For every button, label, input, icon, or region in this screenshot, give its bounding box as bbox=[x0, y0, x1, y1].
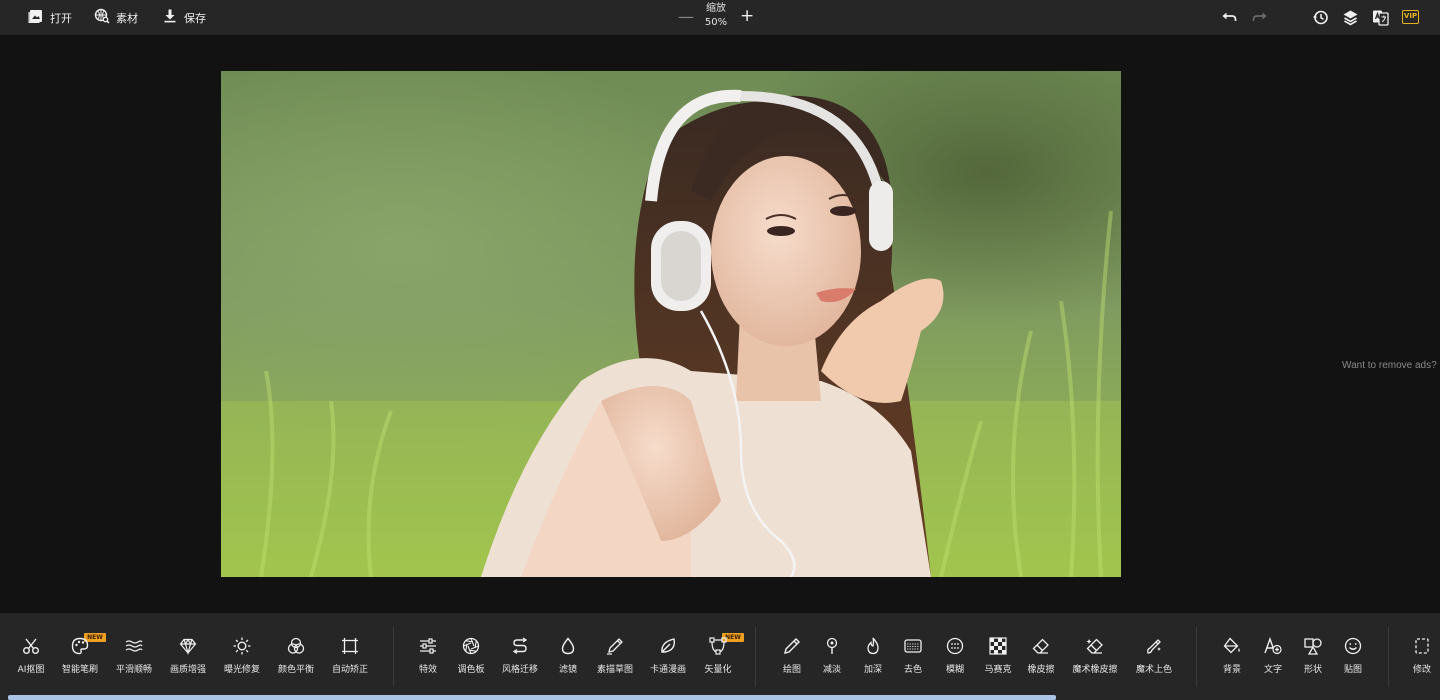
tool-label: 平滑顺畅 bbox=[115, 665, 152, 675]
palette-icon bbox=[71, 637, 89, 655]
tool-label: 自动矫正 bbox=[331, 665, 368, 675]
pen-icon bbox=[783, 637, 801, 655]
flame-icon bbox=[864, 637, 882, 655]
top-toolbar: 打开 素材 保存 — 缩放 50% + VIP bbox=[0, 0, 1440, 35]
tool-label: 矢量化 bbox=[704, 665, 732, 675]
tool-smooth[interactable]: 平滑顺畅 bbox=[104, 633, 164, 683]
aperture-icon bbox=[462, 637, 480, 655]
layers-icon[interactable] bbox=[1342, 9, 1359, 26]
tool-magic-eraser[interactable]: 魔术橡皮擦 bbox=[1065, 633, 1125, 683]
canvas-image[interactable] bbox=[221, 71, 1121, 577]
assets-label: 素材 bbox=[116, 11, 138, 25]
text-add-icon bbox=[1264, 636, 1282, 655]
tool-label: 橡皮擦 bbox=[1027, 665, 1055, 675]
tool-magic-colorize[interactable]: 魔术上色 bbox=[1124, 633, 1184, 683]
tool-label: 修改 bbox=[1412, 665, 1431, 675]
zoom-out-button[interactable]: — bbox=[678, 8, 694, 26]
history-icon[interactable] bbox=[1312, 9, 1329, 26]
scissors-icon bbox=[22, 637, 40, 655]
assets-button[interactable]: 素材 bbox=[94, 0, 138, 35]
waves-icon bbox=[125, 637, 143, 655]
undo-icon[interactable] bbox=[1221, 9, 1238, 26]
paint-bucket-icon bbox=[1223, 637, 1241, 655]
globe-search-icon bbox=[94, 8, 110, 27]
eraser-icon bbox=[1032, 637, 1050, 655]
zoom-value[interactable]: 50% bbox=[700, 16, 732, 30]
shapes-icon bbox=[1304, 637, 1322, 655]
tool-label: 画质增强 bbox=[169, 665, 206, 675]
tool-color-balance[interactable]: 颜色平衡 bbox=[266, 633, 326, 683]
tool-label: 曝光修复 bbox=[223, 665, 260, 675]
tool-label: 魔术橡皮擦 bbox=[1072, 665, 1118, 675]
redo-icon[interactable] bbox=[1251, 9, 1268, 26]
smiley-icon bbox=[1344, 637, 1362, 655]
drop-icon bbox=[559, 637, 577, 655]
zoom-control: — 缩放 50% + bbox=[678, 0, 758, 35]
tool-label: 颜色平衡 bbox=[277, 665, 314, 675]
pencil-sketch-icon bbox=[606, 637, 624, 655]
save-label: 保存 bbox=[184, 11, 206, 25]
tool-auto-correct[interactable]: 自动矫正 bbox=[320, 633, 380, 683]
toolbar-divider bbox=[755, 627, 756, 687]
save-button[interactable]: 保存 bbox=[162, 0, 206, 35]
resize-icon bbox=[1413, 637, 1431, 655]
tool-label: 贴图 bbox=[1343, 665, 1362, 675]
zoom-label: 缩放 bbox=[706, 3, 726, 14]
tool-label: 智能笔刷 bbox=[61, 665, 98, 675]
sliders-icon bbox=[419, 637, 437, 655]
tool-sketch[interactable]: 素描草图 bbox=[585, 633, 645, 683]
zoom-in-button[interactable]: + bbox=[740, 7, 754, 25]
tool-enhance[interactable]: 画质增强 bbox=[158, 633, 218, 683]
vip-badge[interactable]: VIP bbox=[1402, 10, 1419, 24]
horizontal-scrollbar[interactable] bbox=[8, 695, 1056, 700]
blur-icon bbox=[946, 637, 964, 655]
tool-modify[interactable]: 修改 bbox=[1392, 633, 1440, 683]
remove-ads-link[interactable]: Want to remove ads? bbox=[1342, 360, 1437, 371]
tool-vectorize[interactable]: NEW 矢量化 bbox=[688, 633, 748, 683]
tool-label: 魔术上色 bbox=[1135, 665, 1172, 675]
color-balance-icon bbox=[287, 637, 305, 655]
magic-eraser-icon bbox=[1086, 637, 1104, 655]
magic-brush-icon bbox=[1145, 637, 1163, 655]
desaturate-icon bbox=[904, 637, 922, 655]
vector-icon bbox=[709, 637, 727, 655]
tool-sticker[interactable]: 贴图 bbox=[1323, 633, 1383, 683]
open-button[interactable]: 打开 bbox=[28, 0, 72, 35]
style-transfer-icon bbox=[511, 637, 529, 655]
download-icon bbox=[162, 8, 178, 27]
toolbar-divider bbox=[1388, 627, 1389, 687]
mosaic-icon bbox=[989, 637, 1007, 655]
sun-icon bbox=[233, 637, 251, 655]
leaf-icon bbox=[659, 637, 677, 655]
tool-smart-brush[interactable]: NEW 智能笔刷 bbox=[50, 633, 110, 683]
tool-eraser[interactable]: 橡皮擦 bbox=[1011, 633, 1071, 683]
tool-exposure[interactable]: 曝光修复 bbox=[212, 633, 272, 683]
photo-portrait-headphones bbox=[221, 71, 1121, 577]
tool-label: 素描草图 bbox=[596, 665, 633, 675]
toolbar-divider bbox=[393, 627, 394, 687]
translate-icon[interactable] bbox=[1372, 9, 1389, 26]
dodge-icon bbox=[823, 637, 841, 655]
crop-correct-icon bbox=[341, 637, 359, 655]
diamond-icon bbox=[179, 637, 197, 656]
toolbar-divider bbox=[1196, 627, 1197, 687]
open-label: 打开 bbox=[50, 11, 72, 25]
image-icon bbox=[28, 8, 44, 27]
bottom-toolbar: AI抠图 NEW 智能笔刷 平滑顺畅 画质增强 曝光修复 颜色平衡 自动矫正 特… bbox=[0, 613, 1440, 700]
